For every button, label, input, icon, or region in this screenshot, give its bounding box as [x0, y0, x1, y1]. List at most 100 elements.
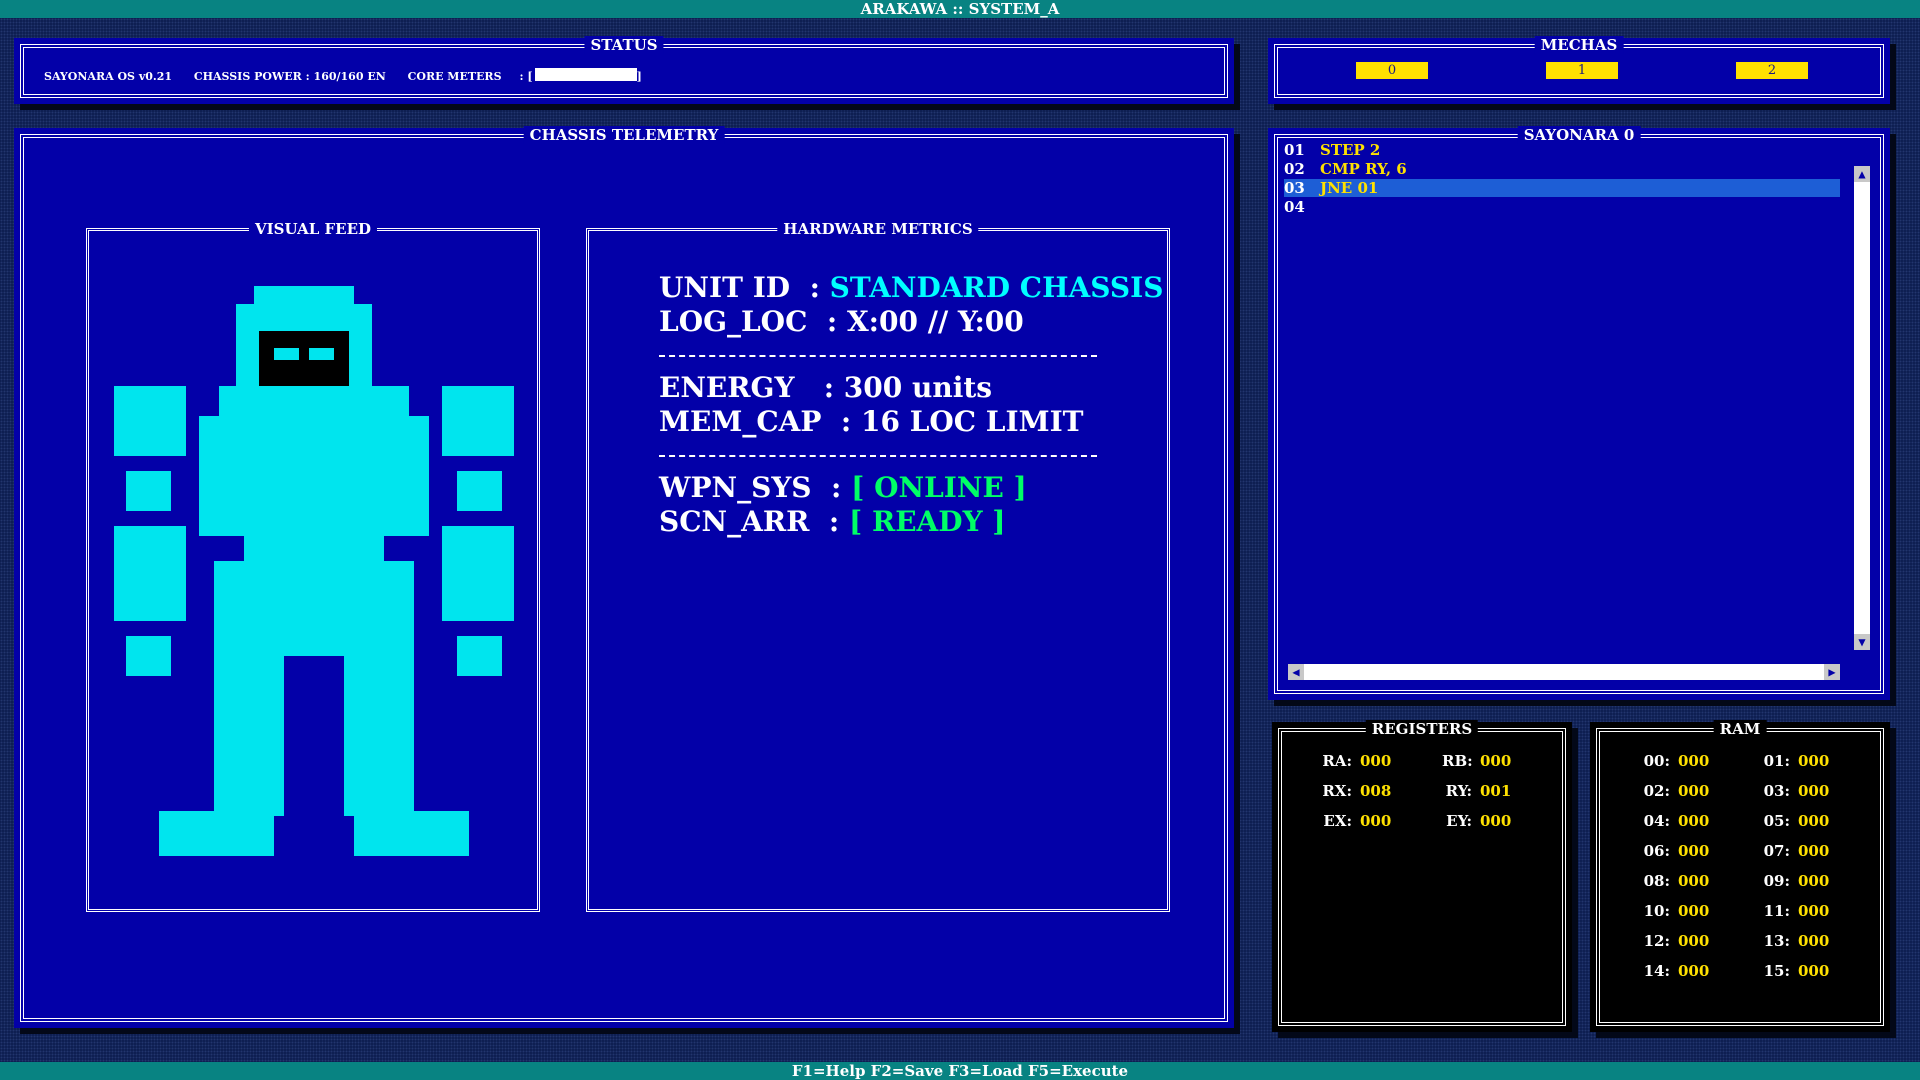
register-value: 001 [1480, 782, 1512, 800]
telemetry-title: CHASSIS TELEMETRY [523, 126, 725, 144]
mech-shoulder-right [442, 386, 514, 456]
mech-arm-left-upper [126, 471, 171, 511]
ram-value: 000 [1678, 902, 1710, 920]
status-frame: STATUS SAYONARA OS v0.21 CHASSIS POWER :… [20, 36, 1228, 98]
ram-cell: 14: 000 [1638, 962, 1710, 980]
telemetry-panel: CHASSIS TELEMETRY VISUAL FEED HARDWARE M… [14, 126, 1234, 1028]
ram-address: 11: [1763, 902, 1790, 920]
code-line[interactable]: 04 [1284, 198, 1840, 216]
register-name: RA: [1322, 752, 1352, 770]
vertical-scrollbar[interactable]: ▲ ▼ [1854, 166, 1870, 650]
ram-value: 000 [1678, 752, 1710, 770]
unit-id-row: UNIT ID : STANDARD CHASSIS [659, 271, 1163, 304]
instruction: JNE 01 [1320, 179, 1379, 197]
visual-feed-box: VISUAL FEED [86, 220, 540, 912]
scroll-down-arrow-icon[interactable]: ▼ [1854, 634, 1870, 650]
ram-address: 10: [1643, 902, 1670, 920]
ram-cell: 13: 000 [1758, 932, 1830, 950]
ram-frame: RAM 00: 000 01: 000 02: 000 03: 000 04: 000 05: 000… [1596, 720, 1884, 1026]
instruction: CMP RY, 6 [1320, 160, 1407, 178]
line-number: 02 [1284, 160, 1305, 178]
mecha-tab-1[interactable]: 1 [1546, 62, 1618, 79]
log-loc-row: LOG_LOC : X:00 // Y:00 [659, 305, 1024, 338]
core-meters-bar [534, 68, 637, 81]
instruction: STEP 2 [1320, 141, 1381, 159]
mech-chest [199, 416, 429, 536]
ram-value: 000 [1678, 872, 1710, 890]
telemetry-frame: CHASSIS TELEMETRY VISUAL FEED HARDWARE M… [20, 126, 1228, 1022]
register-value: 000 [1360, 752, 1392, 770]
ram-title: RAM [1713, 720, 1767, 738]
register-rb: RB: 000 [1442, 752, 1511, 770]
energy-row: ENERGY : 300 units [659, 371, 992, 404]
ram-cell: 12: 000 [1638, 932, 1710, 950]
register-value: 000 [1480, 752, 1512, 770]
window-title: ARAKAWA :: SYSTEM_A [0, 0, 1920, 18]
mecha-tab-0[interactable]: 0 [1356, 62, 1428, 79]
ram-address: 06: [1643, 842, 1670, 860]
register-name: RX: [1322, 782, 1352, 800]
line-number: 04 [1284, 198, 1305, 216]
ram-address: 13: [1763, 932, 1790, 950]
code-line[interactable]: 01 STEP 2 [1284, 141, 1840, 159]
ram-address: 01: [1763, 752, 1790, 770]
ram-value: 000 [1798, 782, 1830, 800]
register-name: RY: [1445, 782, 1472, 800]
line-number: 01 [1284, 141, 1305, 159]
mech-hips [214, 561, 414, 621]
wpn-sys-row: WPN_SYS : [ ONLINE ] [659, 471, 1027, 504]
mem-cap-row: MEM_CAP : 16 LOC LIMIT [659, 405, 1084, 438]
visual-feed-title: VISUAL FEED [248, 220, 378, 238]
ram-value: 000 [1678, 962, 1710, 980]
horizontal-scrollbar[interactable]: ◀ ▶ [1288, 664, 1840, 680]
ram-cell: 01: 000 [1758, 752, 1830, 770]
ram-cell: 08: 000 [1638, 872, 1710, 890]
ram-value: 000 [1798, 812, 1830, 830]
status-panel: STATUS SAYONARA OS v0.21 CHASSIS POWER :… [14, 36, 1234, 104]
mecha-robot-icon [114, 286, 514, 866]
mech-foot-left [159, 811, 274, 856]
code-line[interactable]: 02 CMP RY, 6 [1284, 160, 1840, 178]
ram-value: 000 [1798, 752, 1830, 770]
ram-cell: 07: 000 [1758, 842, 1830, 860]
mecha-tab-2[interactable]: 2 [1736, 62, 1808, 79]
ram-value: 000 [1678, 932, 1710, 950]
os-version: SAYONARA OS v0.21 [44, 70, 172, 83]
ram-address: 15: [1763, 962, 1790, 980]
ram-panel: RAM 00: 000 01: 000 02: 000 03: 000 04: 000 05: 000… [1590, 720, 1890, 1032]
registers-title: REGISTERS [1365, 720, 1479, 738]
scroll-right-arrow-icon[interactable]: ▶ [1824, 664, 1840, 680]
program-frame: SAYONARA 0 01 STEP 2 02 CMP RY, 6 03 JNE 01… [1274, 126, 1884, 694]
chassis-power: CHASSIS POWER : 160/160 EN [193, 70, 386, 83]
core-meters-label: CORE METERS [407, 70, 502, 83]
ram-value: 000 [1678, 812, 1710, 830]
register-value: 000 [1480, 812, 1512, 830]
ram-address: 00: [1643, 752, 1670, 770]
ram-value: 000 [1798, 932, 1830, 950]
mech-shoulder-left [114, 386, 186, 456]
hw-separator-2 [659, 455, 1097, 457]
unit-id-value: STANDARD CHASSIS [829, 271, 1164, 304]
mechas-title: MECHAS [1534, 36, 1624, 54]
register-value: 008 [1360, 782, 1392, 800]
scn-arr-value: [ READY ] [848, 505, 1006, 538]
ram-address: 12: [1643, 932, 1670, 950]
register-ry: RY: 001 [1442, 782, 1512, 800]
scroll-left-arrow-icon[interactable]: ◀ [1288, 664, 1304, 680]
code-line-active[interactable]: 03 JNE 01 [1284, 179, 1840, 197]
mem-cap-value: 16 LOC LIMIT [860, 405, 1084, 438]
mech-arm-right-upper [457, 471, 502, 511]
scroll-up-arrow-icon[interactable]: ▲ [1854, 166, 1870, 182]
registers-panel: REGISTERS RA: 000 RB: 000 RX: 008 RY: 001 EX… [1272, 720, 1572, 1032]
ram-address: 07: [1763, 842, 1790, 860]
mech-eye-left [274, 348, 299, 360]
hardware-metrics-box: HARDWARE METRICS UNIT ID : STANDARD CHAS… [586, 220, 1170, 912]
ram-value: 000 [1798, 842, 1830, 860]
ram-address: 04: [1643, 812, 1670, 830]
function-key-bar: F1=Help F2=Save F3=Load F5=Execute [0, 1062, 1920, 1080]
ram-value: 000 [1678, 842, 1710, 860]
register-ex: EX: 000 [1322, 812, 1391, 830]
register-name: EX: [1323, 812, 1352, 830]
mech-arm-left-lower [114, 526, 186, 621]
ram-cell: 09: 000 [1758, 872, 1830, 890]
